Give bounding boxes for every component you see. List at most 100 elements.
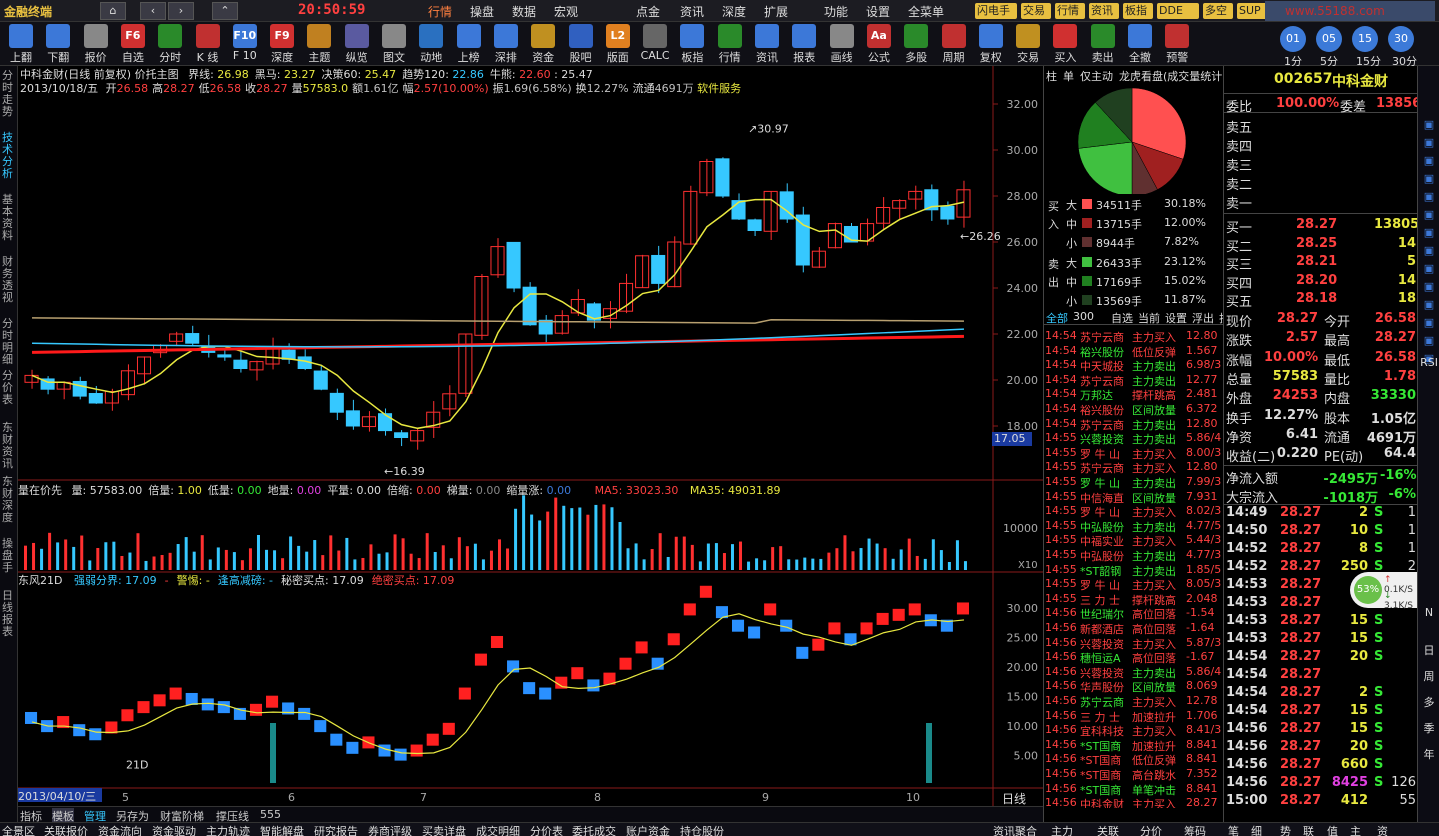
alert-tab-3[interactable]: 当前 — [1138, 310, 1160, 326]
alert-row[interactable]: 14:54 万邦达 撑杆跳高 2.481 — [1044, 386, 1224, 402]
alert-row[interactable]: 14:55 罗 牛 山主力买入 8.00/3 — [1044, 445, 1224, 461]
tag-5[interactable]: DDE — [1157, 3, 1199, 19]
alert-tab-2[interactable]: 自选 — [1111, 310, 1133, 326]
menu-6[interactable]: 深度 — [722, 3, 746, 20]
buy-level[interactable]: 买二 28.25 14 — [1224, 235, 1418, 255]
left-tab-8[interactable]: 操盘手 — [2, 538, 16, 574]
tool-2[interactable]: 报价 — [79, 22, 113, 66]
tool-27[interactable]: 交易 — [1011, 22, 1045, 66]
status-tab-9[interactable]: 成交明细 — [476, 823, 520, 836]
tool-4[interactable]: 分时 — [153, 22, 187, 66]
tool-19[interactable]: 行情 — [713, 22, 747, 66]
status-tab-12[interactable]: 账户资金 — [626, 823, 670, 836]
left-tab-1[interactable]: 技术分析 — [2, 132, 16, 180]
alert-row[interactable]: 14:56 兴蓉投资 主力买入 5.87/3 — [1044, 635, 1224, 651]
strip-tool-icon[interactable]: ▣ — [1420, 296, 1438, 314]
status-tab-2[interactable]: 资金流向 — [98, 823, 142, 836]
tool-28[interactable]: 买入 — [1048, 22, 1082, 66]
menu-8[interactable]: 功能 — [824, 3, 848, 20]
left-tab-3[interactable]: 财务透视 — [2, 256, 16, 304]
alert-row[interactable]: 14:54 中天城投 主力卖出 6.98/3 — [1044, 357, 1224, 373]
tool-22[interactable]: 画线 — [825, 22, 859, 66]
alert-row[interactable]: 14:55 中信海直 区间放量 7.931 — [1044, 489, 1224, 505]
alert-row[interactable]: 14:54 苏宁云商 主力卖出 12.77 — [1044, 372, 1224, 388]
status-right-tab-5[interactable]: 笔 — [1228, 823, 1239, 836]
alert-row[interactable]: 14:56 *ST国商 低位反弹 8.841 — [1044, 751, 1224, 767]
tool-16[interactable]: L2 版面 — [601, 22, 635, 66]
status-tab-11[interactable]: 委托成交 — [572, 823, 616, 836]
strip-tool-icon[interactable]: ▣ — [1420, 332, 1438, 350]
strip-tool-icon[interactable]: ▣ — [1420, 170, 1438, 188]
alert-tab-0[interactable]: 全部 — [1046, 310, 1068, 326]
tool-9[interactable]: 纵览 — [340, 22, 374, 66]
alert-tab-1[interactable]: 300 — [1073, 310, 1094, 323]
tag-4[interactable]: 板指 — [1123, 3, 1153, 19]
tool-17[interactable]: CALC — [638, 22, 672, 66]
tool-8[interactable]: 主题 — [302, 22, 336, 66]
strip-item-5[interactable]: 季 — [1420, 720, 1438, 738]
strip-tool-icon[interactable]: ▣ — [1420, 224, 1438, 242]
tool-6[interactable]: F10 F 10 — [228, 22, 262, 66]
strip-item-2[interactable]: 日 — [1420, 642, 1438, 660]
alert-row[interactable]: 14:56 兴蓉投资 主力卖出 5.86/4 — [1044, 664, 1224, 680]
sell-level[interactable]: 卖一 — [1224, 192, 1418, 212]
tool-20[interactable]: 资讯 — [750, 22, 784, 66]
strip-tool-icon[interactable]: ▣ — [1420, 260, 1438, 278]
strip-tool-icon[interactable]: ▣ — [1420, 134, 1438, 152]
tool-10[interactable]: 图文 — [377, 22, 411, 66]
tool-13[interactable]: 深排 — [489, 22, 523, 66]
tag-2[interactable]: 行情 — [1055, 3, 1085, 19]
menu-1[interactable]: 操盘 — [470, 3, 494, 20]
left-tab-7[interactable]: 东财深度 — [2, 476, 16, 524]
sell-level[interactable]: 卖四 — [1224, 135, 1418, 155]
strip-item-0[interactable]: RSI — [1420, 354, 1438, 372]
alert-row[interactable]: 14:56 苏宁云商 主力买入 12.78 — [1044, 693, 1224, 709]
kline-chart-svg[interactable]: 32.0030.0028.0026.0024.0022.0020.0018.00… — [18, 66, 1043, 806]
tool-0[interactable]: 上翻 — [4, 22, 38, 66]
tag-6[interactable]: 多空 — [1203, 3, 1233, 19]
menu-10[interactable]: 全菜单 — [908, 3, 944, 20]
strip-tool-icon[interactable]: ▣ — [1420, 242, 1438, 260]
buy-level[interactable]: 买三 28.21 5 — [1224, 253, 1418, 273]
left-tab-5[interactable]: 分价表 — [2, 370, 16, 406]
alert-row[interactable]: 14:56 三 力 士加速拉升 1.706 — [1044, 708, 1224, 724]
menu-9[interactable]: 设置 — [866, 3, 890, 20]
tool-3[interactable]: F6 自选 — [116, 22, 150, 66]
period-05-button[interactable]: 05 — [1316, 26, 1342, 52]
strip-item-4[interactable]: 多 — [1420, 694, 1438, 712]
tool-11[interactable]: 动地 — [414, 22, 448, 66]
period-01-button[interactable]: 01 — [1280, 26, 1306, 52]
tool-26[interactable]: 复权 — [974, 22, 1008, 66]
status-tab-5[interactable]: 智能解盘 — [260, 823, 304, 836]
buy-level[interactable]: 买一 28.27 13805 — [1224, 216, 1419, 236]
strip-tool-icon[interactable]: ▣ — [1420, 278, 1438, 296]
status-right-tab-6[interactable]: 细 — [1251, 823, 1262, 836]
alert-row[interactable]: 14:56 *ST国商 加速拉升 8.841 — [1044, 737, 1224, 753]
tool-12[interactable]: 上榜 — [452, 22, 486, 66]
alert-row[interactable]: 14:56 中科金财 主力买入 28.27 — [1044, 795, 1224, 808]
status-right-tab-2[interactable]: 关联 — [1097, 823, 1119, 836]
strip-item-3[interactable]: 周 — [1420, 668, 1438, 686]
flow-tab-0[interactable]: 柱 — [1046, 68, 1057, 84]
bottom-tab-6[interactable]: 555 — [260, 808, 281, 821]
alert-row[interactable]: 14:55 中福实业 主力买入 5.44/3 — [1044, 532, 1224, 548]
left-tab-2[interactable]: 基本资料 — [2, 194, 16, 242]
collapse-button[interactable]: ⌃ — [212, 2, 238, 20]
alert-row[interactable]: 14:55 罗 牛 山主力买入 8.02/3 — [1044, 503, 1224, 519]
alert-row[interactable]: 14:56 新都酒店 高位回落 -1.64 — [1044, 620, 1224, 636]
status-tab-8[interactable]: 买卖详盘 — [422, 823, 466, 836]
alert-row[interactable]: 14:56 世纪瑞尔 高位回落 -1.54 — [1044, 605, 1224, 621]
menu-0[interactable]: 行情 — [428, 3, 452, 20]
tool-24[interactable]: 多股 — [899, 22, 933, 66]
alert-row[interactable]: 14:55 兴蓉投资 主力卖出 5.86/4 — [1044, 430, 1224, 446]
flow-tab-1[interactable]: 单 — [1063, 68, 1074, 84]
chart-area[interactable]: 32.00 30.00 28.00 26.00 24.00 22.00 20.00 18.00… — [18, 66, 1043, 821]
tool-15[interactable]: 股吧 — [564, 22, 598, 66]
alert-row[interactable]: 14:54 苏宁云商 主力卖出 12.80 — [1044, 416, 1224, 432]
alert-row[interactable]: 14:56 穗恒运A 高位回落 -1.67 — [1044, 649, 1224, 665]
menu-2[interactable]: 数据 — [512, 3, 536, 20]
buy-level[interactable]: 买五 28.18 18 — [1224, 290, 1418, 310]
alert-row[interactable]: 14:54 苏宁云商 主力买入 12.80 — [1044, 328, 1224, 344]
status-right-tab-7[interactable]: 势 — [1280, 823, 1291, 836]
status-tab-4[interactable]: 主力轨迹 — [206, 823, 250, 836]
